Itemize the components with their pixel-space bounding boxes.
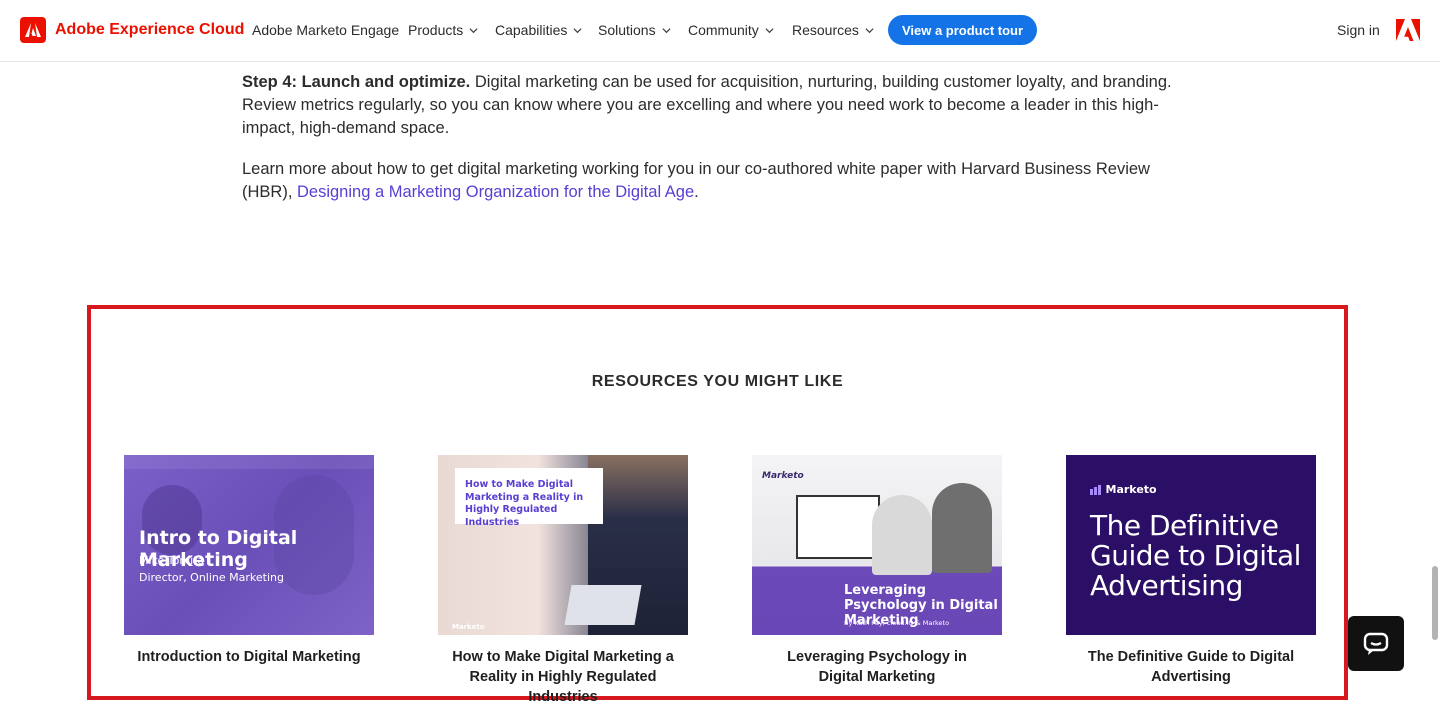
resource-card-title[interactable]: The Definitive Guide to Digital Advertis… — [1066, 647, 1316, 687]
chevron-down-icon — [865, 27, 874, 33]
learn-more-end: . — [694, 183, 699, 201]
adobe-logo-icon — [20, 17, 46, 43]
nav-products[interactable]: Products — [408, 22, 478, 38]
nav-resources[interactable]: Resources — [792, 22, 874, 38]
resources-section: RESOURCES YOU MIGHT LIKE Intro to Digita… — [87, 305, 1348, 705]
thumbnail-author: Mike Tomita — [139, 554, 205, 567]
nav-label: Resources — [792, 22, 859, 38]
resource-card-digital-advertising[interactable]: Marketo The Definitive Guide to Digital … — [1066, 455, 1316, 687]
resource-card-regulated-industries[interactable]: How to Make Digital Marketing a Reality … — [438, 455, 688, 707]
step-4-paragraph: Step 4: Launch and optimize. Digital mar… — [242, 71, 1172, 140]
resources-heading: RESOURCES YOU MIGHT LIKE — [591, 373, 844, 390]
thumbnail-logo: Marketo — [452, 623, 485, 631]
resource-card-intro-digital-marketing[interactable]: Intro to Digital Marketing Mike Tomita D… — [124, 455, 374, 667]
resource-card-title[interactable]: Introduction to Digital Marketing — [124, 647, 374, 667]
marketo-bars-icon — [1090, 484, 1101, 495]
thumbnail-logo: Marketo — [762, 471, 804, 481]
learn-more-paragraph: Learn more about how to get digital mark… — [242, 158, 1172, 204]
resource-thumbnail[interactable]: Intro to Digital Marketing Mike Tomita D… — [124, 455, 374, 635]
thumbnail-logo: Marketo — [1090, 483, 1157, 496]
nav-solutions[interactable]: Solutions — [598, 22, 671, 38]
resource-thumbnail[interactable]: How to Make Digital Marketing a Reality … — [438, 455, 688, 635]
hbr-white-paper-link[interactable]: Designing a Marketing Organization for t… — [297, 183, 694, 201]
thumbnail-photo — [796, 495, 880, 559]
chevron-down-icon — [469, 27, 478, 33]
thumbnail-heading: How to Make Digital Marketing a Reality … — [465, 479, 584, 528]
chat-button[interactable] — [1348, 616, 1404, 671]
adobe-logo-icon[interactable] — [1396, 19, 1420, 41]
page-scrollbar[interactable] — [1432, 566, 1438, 640]
thumbnail-decoration — [124, 455, 374, 469]
resource-thumbnail[interactable]: Marketo Leveraging Psychology in Digital… — [752, 455, 1002, 635]
nav-label: Solutions — [598, 22, 656, 38]
step-4-label: Step 4: Launch and optimize. — [242, 73, 471, 91]
thumbnail-photo — [564, 585, 642, 625]
resource-card-psychology[interactable]: Marketo Leveraging Psychology in Digital… — [752, 455, 1002, 687]
thumbnail-photo — [872, 495, 932, 575]
resource-card-title[interactable]: How to Make Digital Marketing a Reality … — [438, 647, 688, 707]
chevron-down-icon — [573, 27, 582, 33]
thumbnail-logo-text: Marketo — [1105, 483, 1157, 496]
resource-card-title[interactable]: Leveraging Psychology in Digital Marketi… — [752, 647, 1002, 687]
thumbnail-title-box: How to Make Digital Marketing a Reality … — [455, 468, 603, 528]
view-product-tour-button[interactable]: View a product tour — [888, 15, 1037, 45]
nav-capabilities[interactable]: Capabilities — [495, 22, 582, 38]
sign-in-link[interactable]: Sign in — [1337, 22, 1380, 38]
chevron-down-icon — [765, 27, 774, 33]
article-body: Step 4: Launch and optimize. Digital mar… — [242, 71, 1172, 222]
brand-name: Adobe Experience Cloud — [55, 21, 245, 38]
chat-bubble-icon — [1363, 632, 1389, 655]
nav-label: Capabilities — [495, 22, 568, 38]
brand-link[interactable]: Adobe Experience Cloud — [20, 17, 244, 43]
thumbnail-heading: The Definitive Guide to Digital Advertis… — [1090, 509, 1301, 602]
chevron-down-icon — [662, 27, 671, 33]
nav-marketo-engage[interactable]: Adobe Marketo Engage — [252, 22, 399, 38]
thumbnail-byline: By Kath Pay, cloud.IQ & Marketo — [844, 619, 950, 627]
nav-label: Community — [688, 22, 759, 38]
nav-community[interactable]: Community — [688, 22, 774, 38]
resource-thumbnail[interactable]: Marketo The Definitive Guide to Digital … — [1066, 455, 1316, 635]
top-navigation: Adobe Experience Cloud Adobe Marketo Eng… — [0, 0, 1440, 62]
nav-label: Adobe Marketo Engage — [252, 22, 400, 38]
thumbnail-photo — [932, 483, 992, 573]
nav-label: Products — [408, 22, 464, 38]
thumbnail-author-title: Director, Online Marketing — [139, 571, 284, 584]
